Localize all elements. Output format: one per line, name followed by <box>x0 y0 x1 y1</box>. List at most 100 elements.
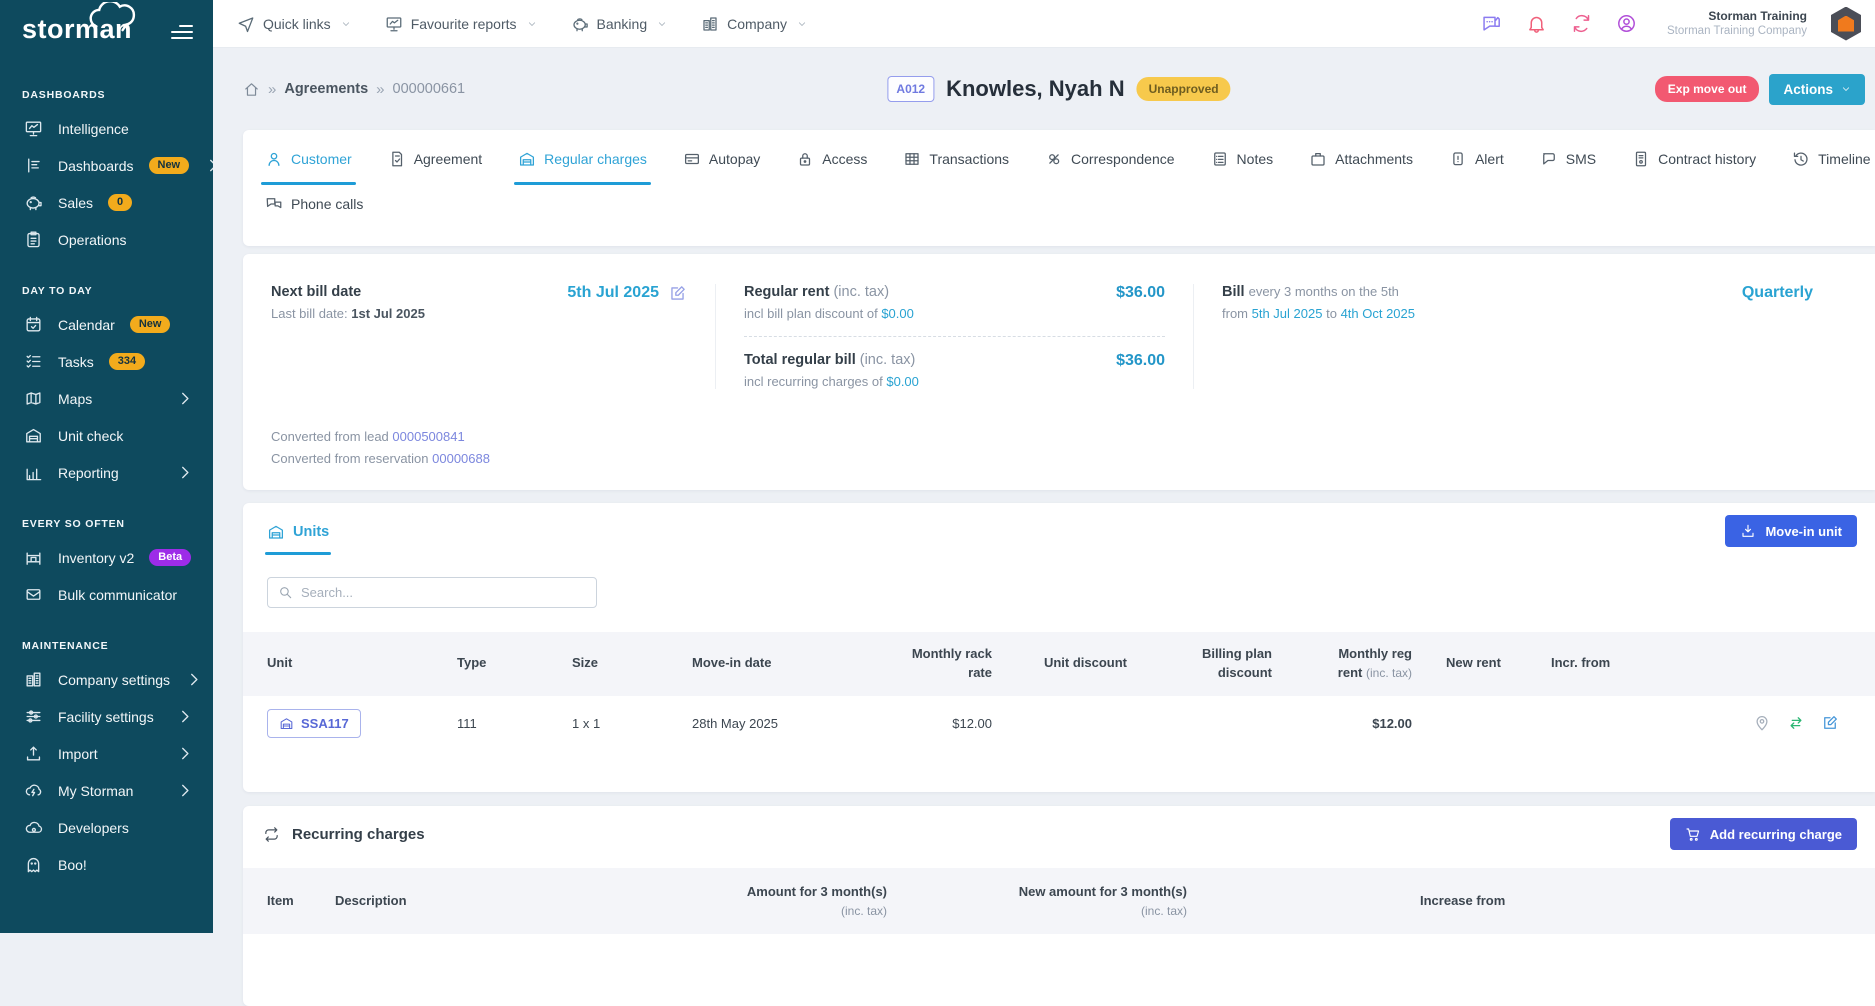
edit-bill-date-icon[interactable] <box>668 284 687 303</box>
sidebar-item-reporting[interactable]: Reporting <box>0 454 213 491</box>
notifications-bell-icon[interactable] <box>1526 13 1547 34</box>
breadcrumb-agreements[interactable]: Agreements <box>284 81 368 97</box>
feedback-icon[interactable] <box>1481 13 1502 34</box>
tab-contract-history[interactable]: Contract history <box>1632 150 1756 168</box>
sidebar-item-intelligence[interactable]: Intelligence <box>0 110 213 147</box>
tab-phone-calls[interactable]: Phone calls <box>265 195 363 213</box>
table-grid-icon <box>903 150 921 168</box>
chevron-right-icon <box>185 670 204 689</box>
to-date[interactable]: 4th Oct 2025 <box>1341 306 1415 321</box>
sidebar-item-tasks[interactable]: Tasks 334 <box>0 343 213 380</box>
chevron-right-icon <box>204 156 213 175</box>
tab-correspondence[interactable]: Correspondence <box>1045 150 1175 168</box>
actions-button[interactable]: Actions <box>1769 74 1865 105</box>
tab-notes[interactable]: Notes <box>1211 150 1274 168</box>
tab-label: Phone calls <box>291 196 363 212</box>
sync-refresh-icon[interactable] <box>1571 13 1592 34</box>
from-date[interactable]: 5th Jul 2025 <box>1252 306 1323 321</box>
company-logo-badge[interactable] <box>1831 7 1861 41</box>
sidebar-collapse-hamburger-icon[interactable] <box>171 25 193 39</box>
col-incr-from: Incr. from <box>1527 654 1637 673</box>
tab-attachments[interactable]: Attachments <box>1309 150 1413 168</box>
units-tab-label: Units <box>293 524 329 540</box>
sidebar-item-unit-check[interactable]: Unit check <box>0 417 213 454</box>
units-search-input[interactable] <box>301 585 586 600</box>
sidebar-item-sales[interactable]: Sales 0 <box>0 184 213 221</box>
tax-note: (inc. tax) <box>860 352 916 368</box>
sidebar-item-operations[interactable]: Operations <box>0 221 213 258</box>
main-area: Quick links Favourite reports Banking Co… <box>213 0 1875 933</box>
tab-alert[interactable]: Alert <box>1449 150 1504 168</box>
nav-banking[interactable]: Banking <box>571 15 668 33</box>
sidebar-item-bulk-communicator[interactable]: Bulk communicator <box>0 576 213 613</box>
tab-autopay[interactable]: Autopay <box>683 150 760 168</box>
sidebar-item-import[interactable]: Import <box>0 735 213 772</box>
exp-move-out-badge[interactable]: Exp move out <box>1655 76 1760 102</box>
nav-company[interactable]: Company <box>701 15 807 33</box>
page-title: Knowles, Nyah N <box>946 76 1124 102</box>
chevron-right-icon <box>176 389 195 408</box>
tab-sms[interactable]: SMS <box>1540 150 1596 168</box>
unit-name: SSA117 <box>301 716 349 731</box>
tab-transactions[interactable]: Transactions <box>903 150 1009 168</box>
sidebar-item-my-storman[interactable]: My Storman <box>0 772 213 809</box>
charges-value[interactable]: $0.00 <box>886 374 919 389</box>
sidebar-item-boo[interactable]: Boo! <box>0 846 213 883</box>
units-table-header: Unit Type Size Move-in date Monthly rack… <box>243 632 1875 696</box>
sidebar-item-maps[interactable]: Maps <box>0 380 213 417</box>
discount-value[interactable]: $0.00 <box>881 306 914 321</box>
breadcrumb-agreement-number[interactable]: 000000661 <box>393 81 466 97</box>
tab-agreement[interactable]: Agreement <box>388 150 482 168</box>
col-monthly-rack-rate: Monthly rackrate <box>862 645 992 683</box>
tab-label: Regular charges <box>544 151 647 167</box>
tab-units[interactable]: Units <box>267 523 329 541</box>
recurring-table-header: Item Description Amount for 3 month(s)(i… <box>243 868 1875 934</box>
alert-page-icon <box>1449 150 1467 168</box>
breadcrumb: » Agreements » 000000661 <box>243 81 465 98</box>
chevron-right-icon <box>176 744 195 763</box>
sidebar-item-company-settings[interactable]: Company settings <box>0 661 213 698</box>
discount-note: incl bill plan discount of <box>744 306 878 321</box>
tab-label: SMS <box>1566 151 1596 167</box>
sidebar-item-inventory-v2[interactable]: Inventory v2 Beta <box>0 539 213 576</box>
unit-location-pin-icon[interactable] <box>1753 714 1771 732</box>
sidebar-section-every-so-often: EVERY SO OFTEN Inventory v2 Beta Bulk co… <box>0 518 213 613</box>
count-badge: 0 <box>108 194 132 211</box>
transfer-unit-icon[interactable] <box>1787 714 1805 732</box>
sidebar-item-label: Developers <box>58 820 129 836</box>
account-avatar-icon[interactable] <box>1616 13 1637 34</box>
nav-quick-links[interactable]: Quick links <box>237 15 351 33</box>
reservation-link[interactable]: 00000688 <box>432 451 490 466</box>
col-item: Item <box>267 891 335 911</box>
lead-link[interactable]: 0000500841 <box>392 429 464 444</box>
storman-logo[interactable]: storman <box>22 14 132 45</box>
buildings-icon <box>701 15 719 33</box>
cloud-icon <box>24 818 43 837</box>
nav-favourite-reports[interactable]: Favourite reports <box>385 15 537 33</box>
edit-unit-icon[interactable] <box>1821 714 1839 732</box>
total-bill-title: Total regular bill <box>744 352 856 368</box>
converted-lead-label: Converted from lead <box>271 429 389 444</box>
user-block[interactable]: Storman Training Storman Training Compan… <box>1667 9 1807 38</box>
sidebar-item-label: Reporting <box>58 465 119 481</box>
tab-access[interactable]: Access <box>796 150 867 168</box>
col-billing-plan-discount: Billing plandiscount <box>1127 645 1272 683</box>
sidebar-item-dashboards[interactable]: Dashboards New <box>0 147 213 184</box>
new-badge: New <box>149 157 190 174</box>
move-in-unit-button[interactable]: Move-in unit <box>1725 515 1857 547</box>
tab-regular-charges[interactable]: Regular charges <box>518 150 647 168</box>
tab-customer[interactable]: Customer <box>265 150 352 168</box>
sidebar-item-calendar[interactable]: Calendar New <box>0 306 213 343</box>
sidebar-item-developers[interactable]: Developers <box>0 809 213 846</box>
cell-type: 111 <box>457 716 572 731</box>
sidebar-item-facility-settings[interactable]: Facility settings <box>0 698 213 735</box>
tab-timeline[interactable]: Timeline New <box>1792 150 1875 168</box>
add-recurring-charge-button[interactable]: Add recurring charge <box>1670 818 1857 850</box>
home-icon[interactable] <box>243 81 260 98</box>
last-bill-value: 1st Jul 2025 <box>351 306 425 321</box>
unit-code-badge[interactable]: A012 <box>887 76 934 102</box>
col-size: Size <box>572 654 692 673</box>
checklist-icon <box>24 352 43 371</box>
sidebar-item-label: Intelligence <box>58 121 129 137</box>
unit-link-chip[interactable]: SSA117 <box>267 709 361 738</box>
